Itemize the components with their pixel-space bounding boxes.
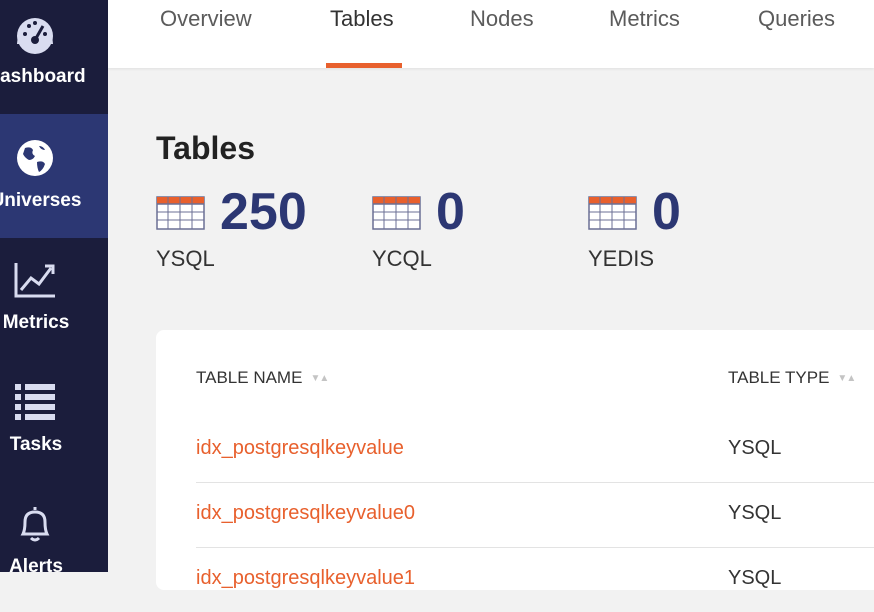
stat-value: 0 — [652, 183, 681, 241]
sidebar-item-label: Dashboard — [0, 66, 86, 87]
sort-icon[interactable]: ▼▲ — [837, 373, 856, 384]
table-icon — [156, 196, 205, 230]
table-name-link[interactable]: idx_postgresqlkeyvalue — [196, 437, 404, 460]
table-name-link[interactable]: idx_postgresqlkeyvalue0 — [196, 502, 415, 525]
table-row: idx_postgresqlkeyvalue1 YSQL — [196, 547, 874, 612]
sidebar: Dashboard Universes Metrics — [0, 0, 108, 572]
table-type-cell: YSQL — [728, 502, 782, 524]
stat-value: 0 — [436, 183, 465, 241]
tab-tables[interactable]: Tables — [330, 6, 394, 32]
tab-queries[interactable]: Queries — [758, 6, 835, 32]
tables-panel: TABLE NAME ▼▲ TABLE TYPE ▼▲ idx_postgresql… — [156, 330, 874, 590]
main-content: Tables 250 YSQL 0 YCQL 0 YEDIS TABLE NAM… — [108, 68, 874, 590]
stat-value: 250 — [220, 183, 307, 241]
stat-ysql: 250 YSQL — [156, 184, 356, 274]
stat-label: YSQL — [156, 246, 215, 271]
globe-icon — [17, 140, 53, 176]
page-title: Tables — [156, 130, 255, 166]
table-row: idx_postgresqlkeyvalue0 YSQL — [196, 482, 874, 548]
table-type-cell: YSQL — [728, 437, 782, 459]
tab-overview[interactable]: Overview — [160, 6, 252, 32]
table-type-cell: YSQL — [728, 567, 782, 589]
sidebar-item-alerts[interactable]: Alerts — [0, 486, 108, 572]
sidebar-item-label: Metrics — [2, 312, 70, 333]
tab-bar: Overview Tables Nodes Metrics Queries — [108, 0, 874, 68]
list-icon — [15, 384, 55, 420]
stat-ycql: 0 YCQL — [372, 184, 572, 274]
sort-icon[interactable]: ▼▲ — [310, 373, 329, 384]
column-header-label: TABLE NAME — [196, 368, 303, 387]
sidebar-item-universes[interactable]: Universes — [0, 114, 108, 238]
column-header-label: TABLE TYPE — [728, 368, 830, 387]
column-header-table-type[interactable]: TABLE TYPE ▼▲ — [728, 368, 856, 388]
bell-icon — [20, 507, 50, 542]
tab-nodes[interactable]: Nodes — [470, 6, 534, 32]
table-name-link[interactable]: idx_postgresqlkeyvalue1 — [196, 567, 415, 590]
stat-label: YEDIS — [588, 246, 655, 271]
column-header-table-name[interactable]: TABLE NAME ▼▲ — [196, 368, 329, 388]
table-icon — [588, 196, 637, 230]
sidebar-item-label: Tasks — [9, 434, 63, 455]
stat-label: YCQL — [372, 246, 432, 271]
gauge-icon — [17, 18, 53, 54]
sidebar-item-label: Universes — [0, 190, 82, 211]
sidebar-item-label: Alerts — [9, 556, 63, 572]
table-row: idx_postgresqlkeyvalue YSQL — [196, 417, 874, 483]
sidebar-item-tasks[interactable]: Tasks — [0, 362, 108, 486]
sidebar-item-dashboard[interactable]: Dashboard — [0, 0, 108, 114]
sidebar-item-metrics[interactable]: Metrics — [0, 238, 108, 362]
tab-metrics[interactable]: Metrics — [609, 6, 680, 32]
stat-yedis: 0 YEDIS — [588, 184, 788, 274]
table-icon — [372, 196, 421, 230]
line-chart-icon — [14, 263, 55, 298]
